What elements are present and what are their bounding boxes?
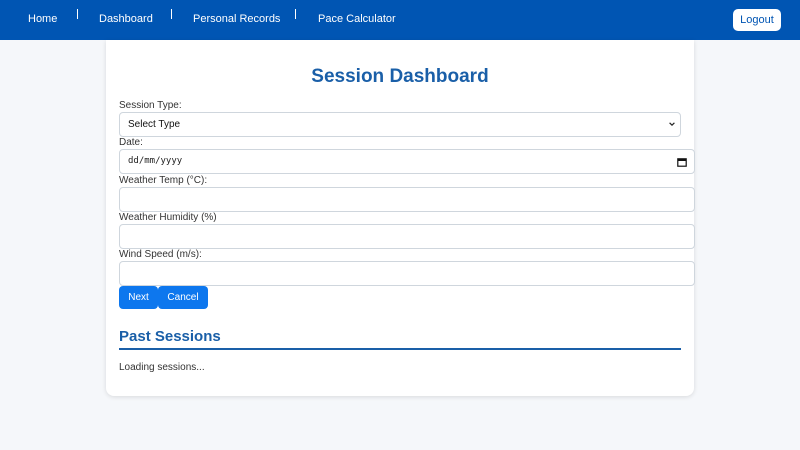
- nav-separator: [295, 9, 296, 19]
- past-sessions-heading: Past Sessions: [119, 328, 221, 345]
- wind-speed-input[interactable]: [119, 261, 695, 286]
- next-button[interactable]: Next: [119, 286, 158, 309]
- sessions-loading-text: Loading sessions...: [119, 362, 205, 373]
- chevron-down-icon: [669, 122, 675, 127]
- calendar-icon[interactable]: [677, 157, 687, 167]
- weather-temp-label: Weather Temp (°C):: [119, 175, 208, 186]
- weather-temp-input[interactable]: [119, 187, 695, 212]
- top-navbar: Home Dashboard Personal Records Pace Cal…: [0, 0, 800, 40]
- wind-speed-label: Wind Speed (m/s):: [119, 249, 202, 260]
- weather-humidity-input[interactable]: [119, 224, 695, 249]
- date-placeholder: dd/mm/yyyy: [128, 156, 183, 166]
- date-label: Date:: [119, 137, 143, 148]
- section-divider: [119, 348, 681, 350]
- nav-link-home[interactable]: Home: [28, 13, 57, 26]
- weather-humidity-label: Weather Humidity (%): [119, 212, 217, 223]
- session-dashboard-card: Session Dashboard Session Type: Select T…: [106, 40, 695, 396]
- page-title: Session Dashboard: [311, 66, 489, 87]
- nav-link-pace-calculator[interactable]: Pace Calculator: [318, 13, 396, 26]
- cancel-button[interactable]: Cancel: [158, 286, 208, 309]
- session-type-label: Session Type:: [119, 100, 182, 111]
- session-type-select[interactable]: Select Type: [119, 112, 681, 137]
- nav-separator: [77, 9, 78, 19]
- nav-separator: [171, 9, 172, 19]
- nav-link-dashboard[interactable]: Dashboard: [99, 13, 153, 26]
- date-input[interactable]: dd/mm/yyyy: [119, 149, 695, 174]
- logout-button[interactable]: Logout: [733, 9, 781, 31]
- nav-link-personal-records[interactable]: Personal Records: [193, 13, 280, 26]
- session-type-selected-value: Select Type: [128, 119, 181, 130]
